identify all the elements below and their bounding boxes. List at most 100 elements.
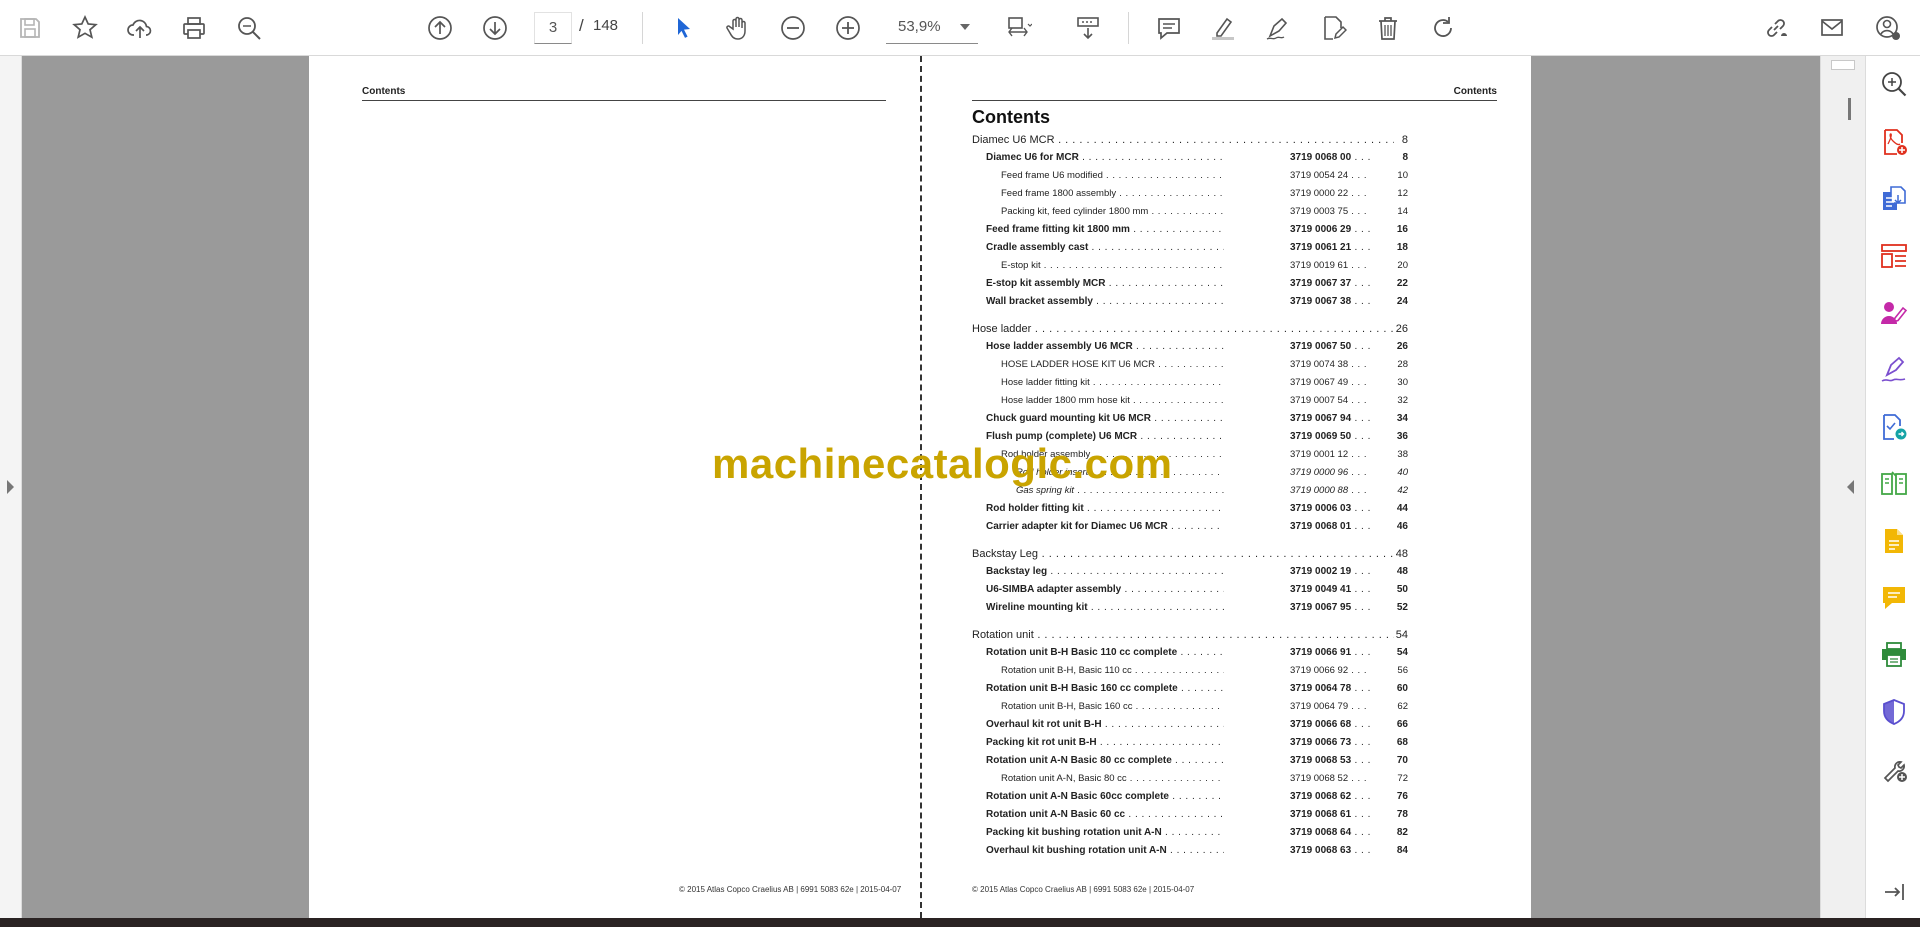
toc-entry[interactable]: Rotation unit B-H Basic 110 cc complete 3… <box>972 645 1408 663</box>
tools-panel <box>1865 56 1920 918</box>
delete-icon[interactable] <box>1370 10 1406 46</box>
organize-pages-icon[interactable] <box>1878 240 1910 272</box>
toc-entry[interactable]: Packing kit, feed cylinder 1800 mm 3719 0… <box>972 204 1408 222</box>
toc-entry[interactable]: U6-SIMBA adapter assembly 3719 0049 41 50 <box>972 582 1408 600</box>
toc-entry[interactable]: Rod holder fitting kit 3719 0006 03 44 <box>972 501 1408 519</box>
toc-entry[interactable]: Hose ladder fitting kit 3719 0067 49 30 <box>972 375 1408 393</box>
account-icon[interactable] <box>1870 10 1906 46</box>
share-link-icon[interactable] <box>1758 10 1794 46</box>
toc-entry[interactable]: Rotation unit B-H, Basic 160 cc 3719 0064… <box>972 699 1408 717</box>
toc-entry[interactable]: E-stop kit 3719 0019 61 20 <box>972 258 1408 276</box>
toc-entry[interactable]: Rotation unit B-H, Basic 110 cc 3719 0066… <box>972 663 1408 681</box>
toc-entry[interactable]: Rotation unit A-N, Basic 80 cc 3719 0068 … <box>972 771 1408 789</box>
toc-entry-page: 54 <box>1394 647 1408 658</box>
send-for-review-icon[interactable] <box>1878 411 1910 443</box>
fit-page-icon[interactable] <box>1000 10 1036 46</box>
toc-entry[interactable]: Feed frame U6 modified 3719 0054 24 10 <box>972 168 1408 186</box>
toolbar-divider <box>642 12 643 44</box>
print-production-icon[interactable] <box>1878 639 1910 671</box>
print-icon[interactable] <box>176 10 212 46</box>
select-cursor-icon[interactable] <box>666 10 702 46</box>
page-number-input[interactable]: 3 <box>534 12 572 44</box>
toc-entry[interactable]: Overhaul kit bushing rotation unit A-N 37… <box>972 843 1408 861</box>
expand-left-panel-icon[interactable] <box>7 480 14 494</box>
toc-entry-title: Cradle assembly cast <box>986 242 1224 253</box>
toc-entry-title: Rotation unit B-H Basic 110 cc complete <box>986 647 1224 658</box>
toc-entry-title: Feed frame 1800 assembly <box>1001 188 1224 199</box>
toc-entry[interactable]: Chuck guard mounting kit U6 MCR 3719 0067… <box>972 411 1408 429</box>
toc-entry[interactable]: Packing kit rot unit B-H 3719 0066 73 68 <box>972 735 1408 753</box>
toc-entry[interactable]: Rotation unit A-N Basic 60cc complete 371… <box>972 789 1408 807</box>
toc-entry-page: 70 <box>1394 755 1408 766</box>
bookmark-star-icon[interactable] <box>67 10 103 46</box>
toc-entry[interactable]: E-stop kit assembly MCR 3719 0067 37 22 <box>972 276 1408 294</box>
collapse-panel-icon[interactable] <box>1878 876 1910 908</box>
more-tools-icon[interactable] <box>1878 753 1910 785</box>
toc-entry[interactable]: HOSE LADDER HOSE KIT U6 MCR 3719 0074 38 2… <box>972 357 1408 375</box>
scroll-mode-icon[interactable] <box>1070 10 1106 46</box>
document-scrollbar[interactable] <box>1820 56 1865 918</box>
toc-entry[interactable]: Feed frame 1800 assembly 3719 0000 22 12 <box>972 186 1408 204</box>
toc-entry[interactable]: Backstay Leg48 <box>972 546 1408 564</box>
create-pdf-icon[interactable] <box>1878 126 1910 158</box>
comment-icon[interactable] <box>1151 10 1187 46</box>
email-icon[interactable] <box>1814 10 1850 46</box>
toc-entry[interactable]: Backstay leg 3719 0002 19 48 <box>972 564 1408 582</box>
zoom-out-icon[interactable] <box>775 10 811 46</box>
toc-entry-page: 26 <box>1394 341 1408 352</box>
toc-entry-title: E-stop kit assembly MCR <box>986 278 1224 289</box>
toc-entry[interactable]: Carrier adapter kit for Diamec U6 MCR 371… <box>972 519 1408 537</box>
toc-entry-page: 8 <box>1400 152 1408 163</box>
next-page-icon[interactable] <box>477 10 513 46</box>
sign-icon[interactable] <box>1260 10 1296 46</box>
toc-entry[interactable]: Wireline mounting kit 3719 0067 95 52 <box>972 600 1408 618</box>
highlight-icon[interactable] <box>1205 10 1241 46</box>
toc-entry-title: Rotation unit B-H, Basic 160 cc <box>1001 701 1224 712</box>
export-pdf-icon[interactable] <box>1878 183 1910 215</box>
fill-sign-icon[interactable] <box>1878 297 1910 329</box>
toc-entry-part-number: 3719 0067 49 <box>1287 377 1371 388</box>
toc-entry-page: 12 <box>1395 188 1408 199</box>
zoom-search-icon[interactable] <box>1878 68 1910 100</box>
collapse-tools-panel-icon[interactable] <box>1847 480 1854 494</box>
toc-entry-part-number: 3719 0002 19 <box>1287 566 1371 577</box>
toc-entry[interactable]: Rotation unit B-H Basic 160 cc complete 3… <box>972 681 1408 699</box>
hand-tool-icon[interactable] <box>720 10 756 46</box>
toc-entry-part-number: 3719 0067 94 <box>1287 413 1371 424</box>
toc-entry-page: 50 <box>1394 584 1408 595</box>
edit-document-icon[interactable] <box>1878 525 1910 557</box>
toc-entry-title: Diamec U6 for MCR <box>986 152 1224 163</box>
toc-entry[interactable]: Rotation unit54 <box>972 627 1408 645</box>
toc-entry[interactable]: Packing kit bushing rotation unit A-N 371… <box>972 825 1408 843</box>
toc-entry[interactable]: Wall bracket assembly 3719 0067 38 24 <box>972 294 1408 312</box>
toc-entry[interactable]: Feed frame fitting kit 1800 mm 3719 0006 … <box>972 222 1408 240</box>
toc-entry-page: 32 <box>1395 395 1408 406</box>
toc-entry[interactable]: Cradle assembly cast 3719 0061 21 18 <box>972 240 1408 258</box>
scrollbar-thumb[interactable] <box>1831 60 1855 70</box>
toc-entry[interactable]: Hose ladder assembly U6 MCR 3719 0067 50 2… <box>972 339 1408 357</box>
toc-entry[interactable]: Hose ladder26 <box>972 321 1408 339</box>
compare-files-icon[interactable] <box>1878 468 1910 500</box>
toc-entry[interactable]: Diamec U6 for MCR 3719 0068 00 8 <box>972 150 1408 168</box>
toc-entry-part-number: 3719 0068 62 <box>1287 791 1371 802</box>
zoom-in-icon[interactable] <box>830 10 866 46</box>
previous-page-icon[interactable] <box>422 10 458 46</box>
page-total: 148 <box>593 17 619 34</box>
toc-entry[interactable]: Rotation unit A-N Basic 80 cc complete 37… <box>972 753 1408 771</box>
find-icon[interactable] <box>231 10 267 46</box>
toc-entry-title: Overhaul kit rot unit B-H <box>986 719 1224 730</box>
comment-tool-icon[interactable] <box>1878 582 1910 614</box>
toc-entry[interactable]: Overhaul kit rot unit B-H 3719 0066 68 66 <box>972 717 1408 735</box>
signature-icon[interactable] <box>1878 354 1910 386</box>
zoom-level-value: 53,9% <box>898 18 941 35</box>
rotate-icon[interactable] <box>1425 10 1461 46</box>
toc-entry[interactable]: Rotation unit A-N Basic 60 cc 3719 0068 6… <box>972 807 1408 825</box>
protect-icon[interactable] <box>1878 696 1910 728</box>
toc-entry[interactable]: Hose ladder 1800 mm hose kit 3719 0007 54… <box>972 393 1408 411</box>
toc-entry-title: Diamec U6 MCR <box>972 134 1394 146</box>
zoom-level-select[interactable]: 53,9% <box>886 12 978 44</box>
toc-entry[interactable]: Diamec U6 MCR 8 <box>972 132 1408 150</box>
cloud-upload-icon[interactable] <box>122 10 158 46</box>
edit-pdf-icon[interactable] <box>1315 10 1351 46</box>
save-icon[interactable] <box>12 10 48 46</box>
